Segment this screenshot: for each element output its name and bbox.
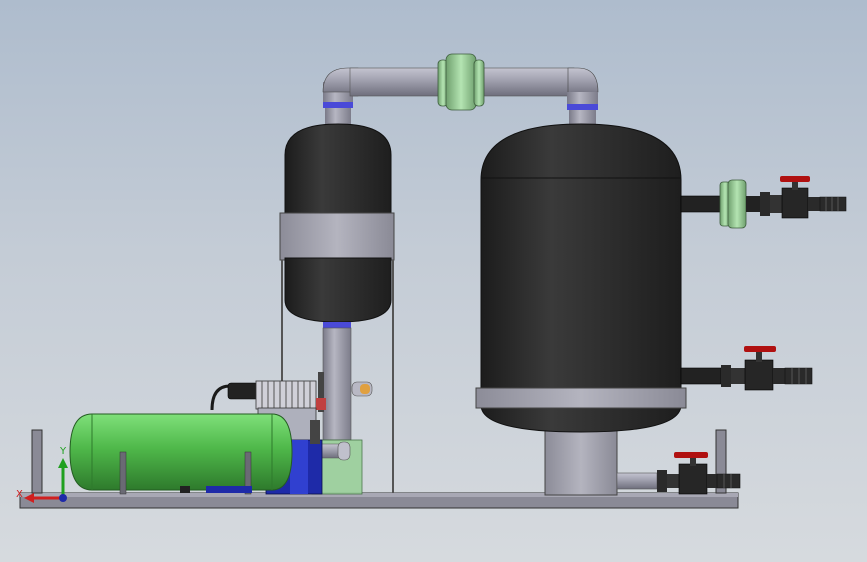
blue-ring bbox=[323, 102, 353, 108]
valve-handle-icon[interactable] bbox=[744, 346, 776, 352]
top-flange-coupling[interactable] bbox=[437, 53, 485, 111]
middle-outlet-valve[interactable] bbox=[680, 346, 813, 391]
cad-viewport[interactable]: Y X bbox=[0, 0, 867, 562]
axis-y-label: Y bbox=[59, 446, 67, 457]
assembly-drawing[interactable]: Y X bbox=[0, 0, 867, 562]
upper-outlet-valve[interactable] bbox=[680, 176, 847, 229]
large-separator-tank[interactable] bbox=[475, 123, 687, 496]
valve-handle-icon[interactable] bbox=[674, 452, 708, 458]
blue-ring bbox=[567, 104, 598, 110]
air-receiver-tank[interactable] bbox=[69, 413, 293, 495]
blue-ring bbox=[323, 322, 351, 328]
valve-handle-icon[interactable] bbox=[780, 176, 810, 182]
axis-x-label: X bbox=[16, 489, 23, 500]
